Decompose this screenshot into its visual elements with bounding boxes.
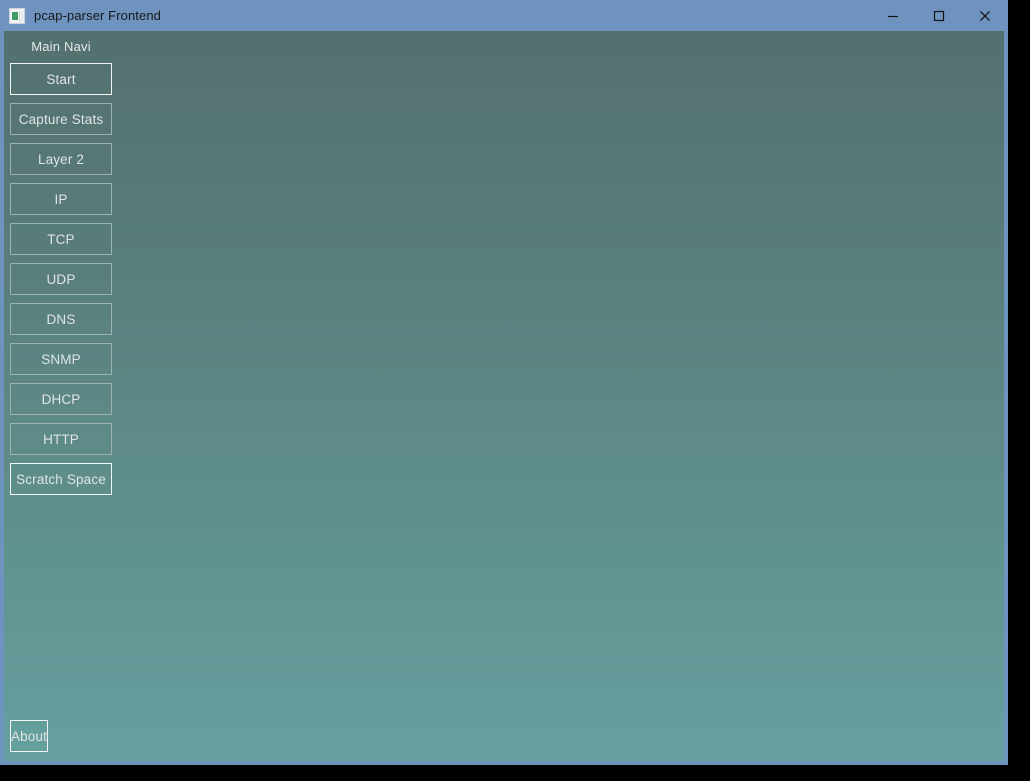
sidebar-item-start[interactable]: Start: [10, 63, 112, 95]
window-controls: [870, 0, 1008, 31]
sidebar-item-capture-stats[interactable]: Capture Stats: [10, 103, 112, 135]
window-title: pcap-parser Frontend: [34, 8, 162, 23]
sidebar-nav-list: Start Capture Stats Layer 2 IP TCP UDP D…: [4, 63, 118, 495]
sidebar-item-tcp[interactable]: TCP: [10, 223, 112, 255]
sidebar-item-dns[interactable]: DNS: [10, 303, 112, 335]
sidebar-item-dhcp[interactable]: DHCP: [10, 383, 112, 415]
application-window: pcap-parser Frontend Main Navi Start Cap…: [0, 0, 1008, 765]
minimize-icon: [888, 15, 898, 17]
content-area: Main Navi Start Capture Stats Layer 2 IP…: [4, 31, 1004, 761]
title-bar: pcap-parser Frontend: [0, 0, 1008, 31]
sidebar-item-scratch-space[interactable]: Scratch Space: [10, 463, 112, 495]
app-icon: [9, 7, 25, 24]
sidebar-item-udp[interactable]: UDP: [10, 263, 112, 295]
close-button[interactable]: [962, 0, 1008, 31]
sidebar-item-layer-2[interactable]: Layer 2: [10, 143, 112, 175]
main-panel: [118, 31, 1004, 761]
sidebar-heading: Main Navi: [31, 39, 91, 54]
window-body: Main Navi Start Capture Stats Layer 2 IP…: [0, 31, 1008, 765]
app-icon-green-block: [12, 11, 18, 20]
sidebar-item-snmp[interactable]: SNMP: [10, 343, 112, 375]
minimize-button[interactable]: [870, 0, 916, 31]
sidebar-item-ip[interactable]: IP: [10, 183, 112, 215]
sidebar: Main Navi Start Capture Stats Layer 2 IP…: [4, 31, 118, 761]
screen: pcap-parser Frontend Main Navi Start Cap…: [0, 0, 1030, 781]
close-icon: [979, 10, 991, 21]
maximize-icon: [933, 10, 945, 21]
sidebar-item-http[interactable]: HTTP: [10, 423, 112, 455]
sidebar-footer: About: [4, 720, 118, 761]
maximize-button[interactable]: [916, 0, 962, 31]
about-button[interactable]: About: [10, 720, 49, 752]
app-icon-light-block: [19, 10, 24, 22]
